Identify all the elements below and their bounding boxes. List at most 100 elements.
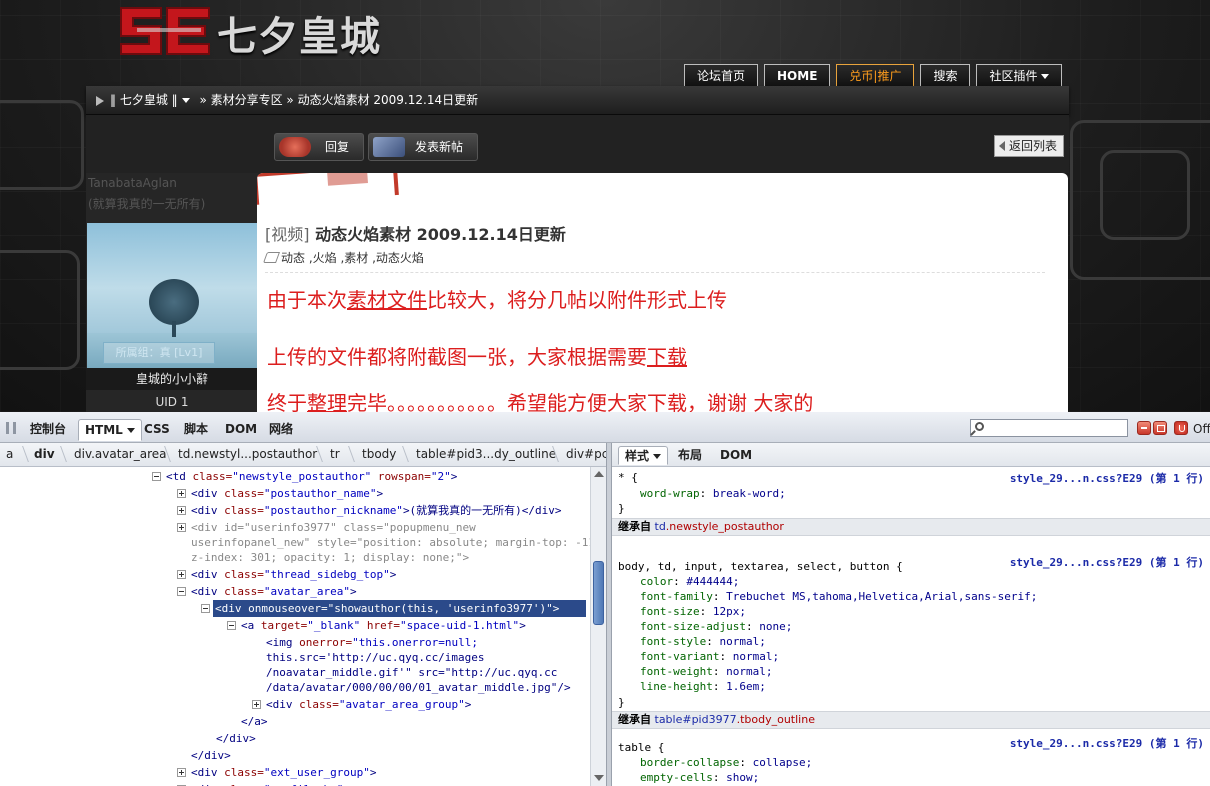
css-property[interactable]: font-size-adjust: none;	[640, 619, 792, 634]
html-attr-value[interactable]: "userinfo3977"	[244, 521, 337, 534]
collapse-node-icon[interactable]	[152, 472, 161, 481]
minimize-button[interactable]	[1137, 421, 1151, 435]
html-node[interactable]: <div class="postauthor_name">	[191, 485, 383, 502]
reply-button[interactable]: 回复	[274, 133, 364, 161]
css-source-link[interactable]: style_29...n.css?E29 (第 1 行)	[1010, 470, 1204, 486]
css-property[interactable]: font-style: normal;	[640, 634, 766, 649]
html-crumb[interactable]: table#pid3...dy_outline	[416, 447, 556, 461]
scroll-down-icon[interactable]	[594, 775, 604, 781]
tab-script[interactable]: 脚本	[178, 419, 214, 439]
breadcrumb-home[interactable]: ‖ 七夕皇城 ‖	[110, 93, 178, 107]
css-selector[interactable]: table {	[618, 740, 664, 755]
post-tags-text[interactable]: 动态 ,火焰 ,素材 ,动态火焰	[281, 251, 424, 265]
collapse-node-icon[interactable]	[201, 604, 210, 613]
html-crumb[interactable]: tbody	[362, 447, 396, 461]
css-selector[interactable]: * {	[618, 470, 638, 485]
expand-node-icon[interactable]	[177, 768, 186, 777]
css-property[interactable]: color: #444444;	[640, 574, 739, 589]
css-prop-value[interactable]: #444444;	[686, 575, 739, 588]
site-logo[interactable]: 七夕皇城	[117, 0, 427, 62]
css-prop-value[interactable]: normal;	[733, 650, 779, 663]
css-source-link[interactable]: style_29...n.css?E29 (第 1 行)	[1010, 554, 1204, 570]
css-prop-value[interactable]: break-word;	[713, 487, 786, 500]
html-node[interactable]: <div class="ext_user_group">	[191, 764, 376, 781]
html-attr-value[interactable]: "showauthor(this, 'userinfo3977')"	[328, 602, 553, 615]
tab-dom[interactable]: DOM	[219, 419, 263, 439]
html-attr-value[interactable]: "popupmenu_new	[383, 521, 476, 534]
back-to-list-button[interactable]: 返回列表	[994, 135, 1065, 157]
expand-node-icon[interactable]	[177, 506, 186, 515]
html-node[interactable]: /data/avatar/000/00/00/01_avatar_middle.…	[266, 679, 571, 696]
expand-node-icon[interactable]	[177, 570, 186, 579]
css-property[interactable]: font-family: Trebuchet MS,tahoma,Helveti…	[640, 589, 1037, 604]
html-attr-value[interactable]: "_blank"	[307, 619, 360, 632]
nav-community-plugins[interactable]: 社区插件	[976, 64, 1063, 88]
html-tree-scrollbar[interactable]	[590, 467, 606, 786]
html-node-selected[interactable]: <div onmouseover="showauthor(this, 'user…	[213, 600, 586, 617]
css-prop-value[interactable]: 1.6em;	[726, 680, 766, 693]
inherited-element[interactable]: td.newstyle_postauthor	[655, 520, 784, 533]
expand-node-icon[interactable]	[177, 489, 186, 498]
html-node[interactable]: </div>	[191, 747, 231, 764]
firebug-search-input[interactable]	[970, 419, 1128, 437]
css-prop-value[interactable]: collapse;	[753, 756, 813, 769]
html-crumb[interactable]: tr	[330, 447, 340, 461]
html-attr-value[interactable]: "2"	[431, 470, 451, 483]
new-post-button[interactable]: 发表新帖	[368, 133, 478, 161]
nav-coins-promote[interactable]: 兑币|推广	[836, 64, 915, 88]
html-attr-value[interactable]: "postauthor_nickname"	[264, 504, 403, 517]
html-node[interactable]: <div class="avatar_area_group">	[266, 696, 471, 713]
html-node[interactable]: z-index: 301; opacity: 1; display: none;…	[191, 549, 469, 566]
tab-html[interactable]: HTML	[78, 419, 142, 441]
css-prop-value[interactable]: none;	[759, 620, 792, 633]
css-prop-value[interactable]: 12px;	[713, 605, 746, 618]
html-attr-value[interactable]: "postauthor_name"	[264, 487, 377, 500]
tab-net[interactable]: 网络	[263, 419, 299, 439]
css-property[interactable]: empty-cells: show;	[640, 770, 759, 785]
css-property[interactable]: font-size: 12px;	[640, 604, 746, 619]
css-selector[interactable]: body, td, input, textarea, select, butto…	[618, 559, 903, 574]
off-label[interactable]: Off	[1193, 422, 1210, 436]
keyword-link[interactable]: 下载	[647, 345, 687, 369]
expand-node-icon[interactable]	[252, 700, 261, 709]
nav-search[interactable]: 搜索	[920, 64, 971, 88]
css-prop-value[interactable]: show;	[726, 771, 759, 784]
tab-style[interactable]: 样式	[618, 446, 669, 465]
scroll-up-icon[interactable]	[594, 471, 604, 477]
html-node[interactable]: <td class="newstyle_postauthor" rowspan=…	[166, 468, 457, 485]
tab-layout[interactable]: 布局	[672, 446, 708, 465]
css-property[interactable]: border-collapse: collapse;	[640, 755, 812, 770]
keyword-link[interactable]: 整理	[307, 391, 347, 412]
power-off-icon[interactable]	[1174, 421, 1188, 435]
chevron-down-icon[interactable]	[181, 98, 190, 103]
html-crumb[interactable]: td.newstyl...postauthor	[178, 447, 317, 461]
author-name[interactable]: TanabataAglan	[88, 176, 177, 190]
html-crumb[interactable]: div#pc	[566, 447, 606, 461]
css-source-link[interactable]: style_29...n.css?E29 (第 1 行)	[1010, 735, 1204, 751]
html-node[interactable]: </a>	[241, 713, 268, 730]
css-property[interactable]: line-height: 1.6em;	[640, 679, 766, 694]
css-property[interactable]: font-variant: normal;	[640, 649, 779, 664]
breadcrumb-path[interactable]: » 素材分享专区 » 动态火焰素材 2009.12.14日更新	[196, 93, 478, 107]
css-prop-value[interactable]: normal;	[719, 635, 765, 648]
html-attr-value[interactable]: "avatar_area_group"	[339, 698, 465, 711]
html-attr-value[interactable]: "space-uid-1.html"	[400, 619, 519, 632]
keyword-link[interactable]: 素材文件	[347, 288, 427, 312]
css-property[interactable]: word-wrap: break-word;	[640, 486, 786, 501]
html-attr-value[interactable]: "this.onerror=null;	[352, 636, 478, 649]
html-node[interactable]: <div class="profile_bg">	[191, 781, 350, 786]
collapse-node-icon[interactable]	[177, 587, 186, 596]
nav-forum-home[interactable]: 论坛首页	[684, 64, 759, 88]
inherited-element[interactable]: table#pid3977.tbody_outline	[655, 713, 815, 726]
html-attr-value[interactable]: "ext_user_group"	[264, 766, 370, 779]
html-attr-value[interactable]: "avatar_area"	[264, 585, 350, 598]
tab-side-dom[interactable]: DOM	[714, 446, 758, 465]
html-node[interactable]: <div class="thread_sidebg_top">	[191, 566, 396, 583]
tab-console[interactable]: 控制台	[24, 419, 72, 439]
html-node[interactable]: <div class="postauthor_nickname">(就算我真的一…	[191, 502, 562, 519]
nav-home[interactable]: HOME	[764, 64, 831, 88]
scrollbar-thumb[interactable]	[593, 561, 604, 625]
avatar[interactable]: 所属组：真 [Lv1]	[87, 223, 257, 368]
html-node[interactable]: <div class="avatar_area">	[191, 583, 357, 600]
collapse-node-icon[interactable]	[227, 621, 236, 630]
